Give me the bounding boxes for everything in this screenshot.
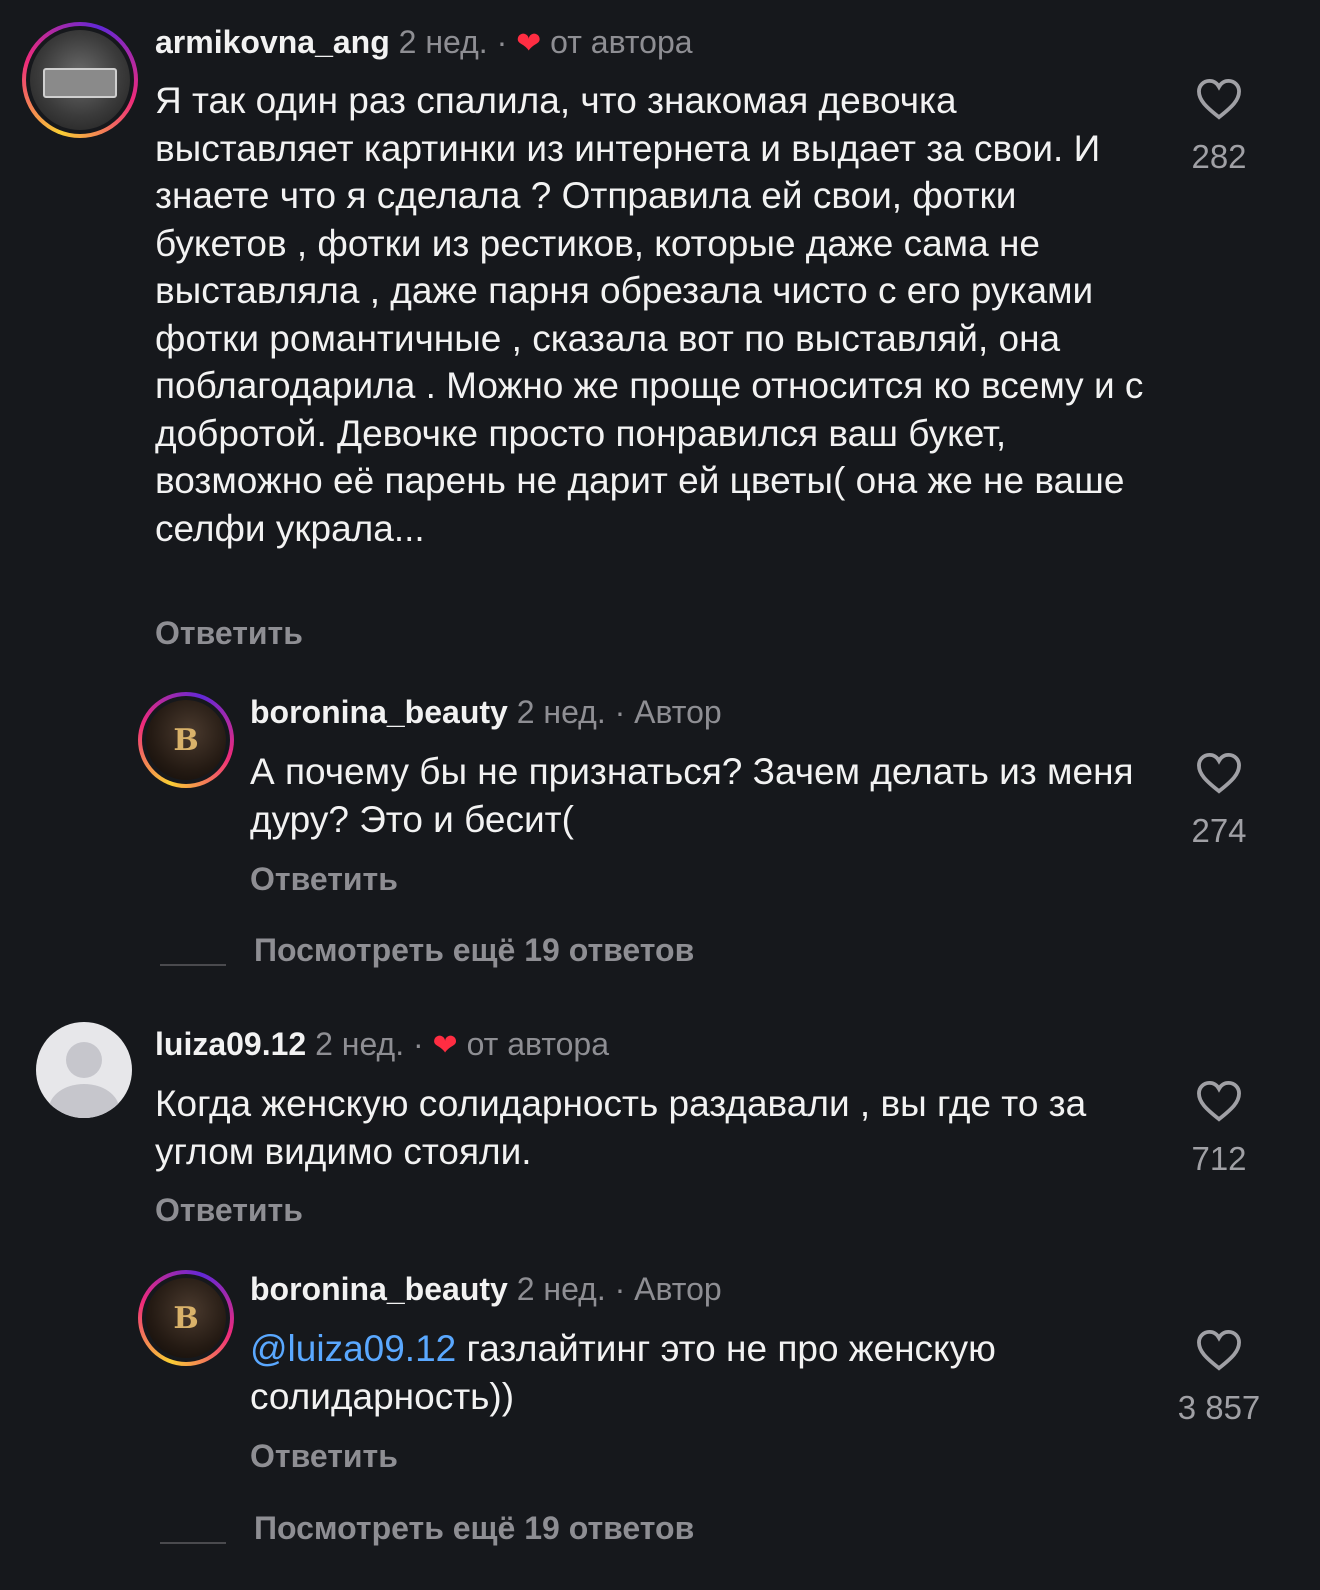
avatar[interactable]: B: [138, 1270, 234, 1366]
reply-button[interactable]: Ответить: [250, 861, 398, 898]
reply-button[interactable]: Ответить: [250, 1438, 398, 1475]
heart-outline-icon: [1197, 78, 1241, 120]
heart-outline-icon: [1197, 752, 1241, 794]
view-more-replies[interactable]: Посмотреть ещё 19 ответов: [254, 1510, 694, 1547]
username[interactable]: boronina_beauty: [250, 1271, 508, 1307]
like-count: 282: [1191, 138, 1247, 175]
author-badge: Автор: [634, 694, 722, 730]
separator: ·: [413, 1026, 424, 1062]
avatar-photo: B: [146, 700, 226, 780]
author-heart-icon: ❤: [516, 27, 542, 60]
liked-by-author-badge: от автора: [466, 1026, 609, 1062]
author-heart-icon: ❤: [432, 1029, 458, 1062]
separator: ·: [614, 694, 626, 730]
timestamp: 2 нед.: [516, 694, 606, 730]
username[interactable]: luiza09.12: [155, 1026, 306, 1062]
reply-button[interactable]: Ответить: [155, 615, 303, 652]
avatar-photo: [30, 30, 130, 130]
timestamp: 2 нед.: [516, 1271, 606, 1307]
view-more-replies[interactable]: Посмотреть ещё 19 ответов: [254, 932, 694, 969]
avatar-photo: B: [146, 1278, 226, 1358]
reply-button[interactable]: Ответить: [155, 1192, 303, 1229]
timestamp: 2 нед.: [315, 1026, 405, 1062]
divider-line: [160, 1542, 226, 1544]
username[interactable]: boronina_beauty: [250, 694, 508, 730]
heart-outline-icon: [1197, 1329, 1241, 1371]
comment-text: Я так один раз спалила, что знакомая дев…: [155, 80, 1144, 549]
like-button[interactable]: 274: [1169, 752, 1269, 850]
username[interactable]: armikovna_ang: [155, 24, 390, 60]
default-avatar[interactable]: [36, 1022, 132, 1118]
mention-link[interactable]: @luiza09.12: [250, 1328, 456, 1369]
comment-text: @luiza09.12 газлайтинг это не про женску…: [250, 1325, 1150, 1420]
like-count: 712: [1191, 1140, 1247, 1177]
like-button[interactable]: 282: [1169, 78, 1269, 176]
divider-line: [160, 964, 226, 966]
like-count: 274: [1191, 812, 1247, 849]
comment-text: Когда женскую солидарность раздавали , в…: [155, 1083, 1087, 1172]
timestamp: 2 нед.: [398, 24, 488, 60]
separator: ·: [496, 24, 508, 60]
like-button[interactable]: 712: [1169, 1080, 1269, 1178]
like-count: 3 857: [1177, 1389, 1261, 1426]
avatar[interactable]: B: [138, 692, 234, 788]
avatar-letter: B: [173, 722, 199, 758]
avatar[interactable]: [22, 22, 138, 138]
author-badge: Автор: [634, 1271, 722, 1307]
comment-text: А почему бы не признаться? Зачем делать …: [250, 751, 1134, 840]
liked-by-author-badge: от автора: [550, 24, 693, 60]
separator: ·: [614, 1271, 626, 1307]
avatar-letter: B: [173, 1300, 199, 1336]
heart-outline-icon: [1197, 1080, 1241, 1122]
like-button[interactable]: 3 857: [1169, 1329, 1269, 1427]
